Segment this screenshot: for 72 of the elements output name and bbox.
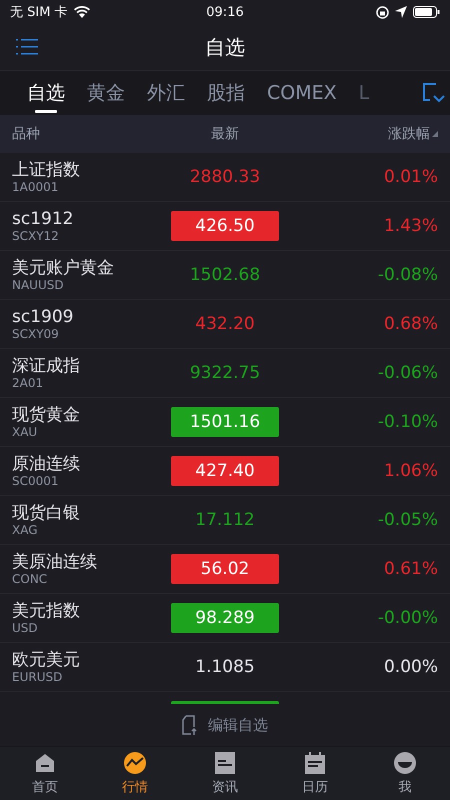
category-tab[interactable]: 股指: [196, 71, 256, 115]
change-percent: 0.68%: [384, 314, 438, 334]
column-header: 品种: [12, 125, 41, 143]
instrument-name: 欧元美元: [12, 650, 81, 670]
rotation-lock-icon: [376, 6, 389, 18]
change-percent: 0.01%: [384, 167, 438, 187]
instrument-name: sc1909: [12, 307, 74, 327]
carrier-label: 无 SIM 卡: [10, 4, 68, 21]
page-title: 自选: [205, 34, 245, 60]
instrument-name: 美原油连续: [12, 552, 98, 572]
instrument-name: 美元账户黄金: [12, 258, 115, 278]
instrument-code: CONC: [12, 572, 48, 586]
column-header[interactable]: 涨跌幅: [388, 125, 430, 143]
change-percent: -0.10%: [378, 412, 438, 432]
bottom-tab[interactable]: 资讯: [180, 747, 270, 800]
bottom-tab[interactable]: 行情: [90, 747, 180, 800]
instrument-code: EURUSD: [12, 670, 64, 684]
edit-list-icon[interactable]: [182, 715, 198, 735]
sort-icon: [432, 131, 438, 137]
instrument-name: 上证指数: [12, 160, 81, 180]
change-percent: -0.00%: [378, 608, 438, 628]
price-tag: 56.02: [171, 554, 279, 584]
change-percent: 1.06%: [384, 461, 438, 481]
price-value: 432.20: [194, 313, 256, 336]
price-tag: 1501.16: [171, 407, 279, 437]
category-tab[interactable]: 黄金: [76, 71, 136, 115]
category-tab[interactable]: 自选: [16, 71, 76, 115]
face-icon: [394, 752, 416, 774]
wifi-icon: [74, 6, 90, 18]
document-icon: [215, 752, 235, 774]
calendar-icon: [304, 752, 326, 774]
location-arrow-icon: [395, 6, 407, 18]
instrument-name: 美元指数: [12, 601, 81, 621]
change-percent: -0.08%: [378, 265, 438, 285]
price-value: 9322.75: [188, 362, 262, 385]
home-icon: [34, 752, 56, 774]
instrument-code: NAUUSD: [12, 278, 65, 292]
instrument-name: 原油连续: [12, 454, 81, 474]
menu-icon[interactable]: [16, 39, 38, 55]
change-percent: -0.06%: [378, 363, 438, 383]
instrument-name: 现货黄金: [12, 405, 81, 425]
instrument-code: SCXY12: [12, 229, 60, 243]
bottom-tab[interactable]: 首页: [0, 747, 90, 800]
category-tab[interactable]: 外汇: [136, 71, 196, 115]
instrument-code: 1A0001: [12, 180, 60, 194]
price-tag: 426.50: [171, 211, 279, 241]
instrument-code: 2A01: [12, 376, 44, 390]
change-percent: 0.61%: [384, 559, 438, 579]
instrument-name: sc1912: [12, 209, 74, 229]
category-tab[interactable]: COMEX: [256, 71, 348, 115]
instrument-code: USD: [12, 621, 39, 635]
instrument-name: 深证成指: [12, 356, 81, 376]
clock-time: 09:16: [206, 4, 244, 20]
price-tag: 427.40: [171, 456, 279, 486]
price-value: 1.1085: [194, 656, 256, 679]
bottom-tab[interactable]: 日历: [270, 747, 360, 800]
battery-icon: [413, 6, 440, 18]
price-value: 1502.68: [188, 264, 262, 287]
price-tag: 98.289: [171, 603, 279, 633]
instrument-code: SC0001: [12, 474, 60, 488]
change-percent: -0.05%: [378, 510, 438, 530]
price-value: 2880.33: [188, 166, 262, 189]
edit-watchlist-link[interactable]: 编辑自选: [208, 716, 268, 734]
bottom-tab[interactable]: 我: [360, 747, 450, 800]
instrument-code: XAU: [12, 425, 38, 439]
column-header: 最新: [211, 125, 239, 143]
change-percent: 0.00%: [384, 657, 438, 677]
instrument-code: XAG: [12, 523, 39, 537]
change-percent: 1.43%: [384, 216, 438, 236]
instrument-code: SCXY09: [12, 327, 60, 341]
price-value: 17.112: [194, 509, 256, 532]
instrument-name: 现货白银: [12, 503, 81, 523]
